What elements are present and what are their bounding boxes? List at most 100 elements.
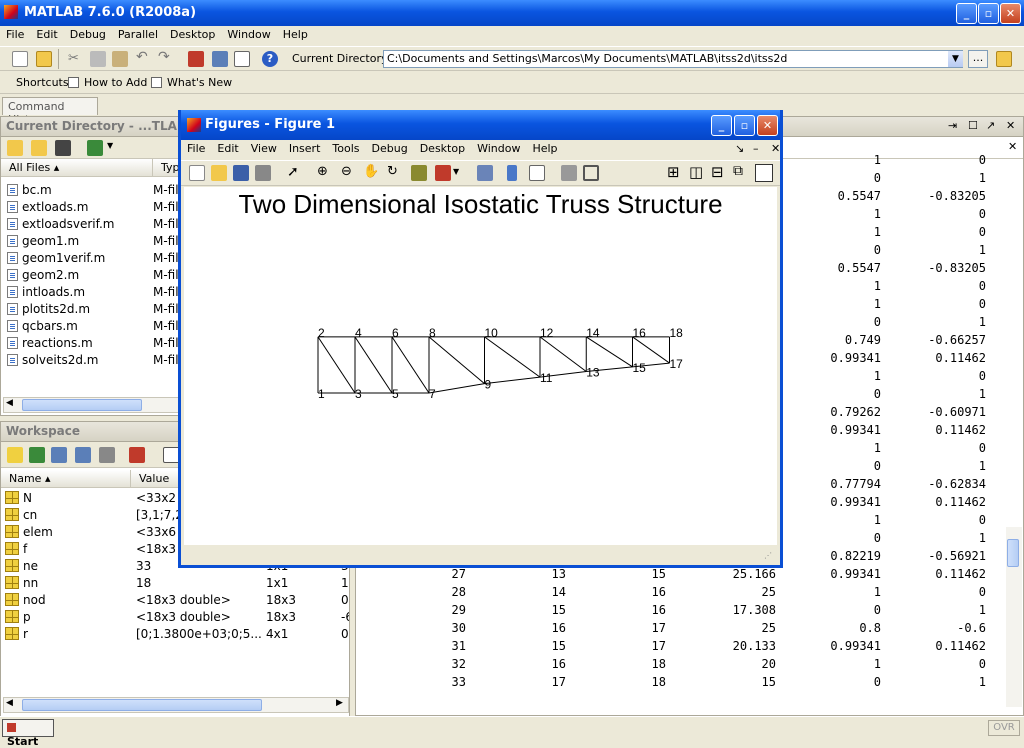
profiler-icon[interactable] [234,51,250,67]
delete-variable-icon[interactable] [129,447,145,463]
minimize-button[interactable]: _ [956,3,977,24]
undock-arrow-icon[interactable]: ↗ [986,119,995,132]
scroll-left-icon[interactable]: ◀ [6,698,13,708]
redo-icon[interactable]: ↷ [158,49,170,65]
open-file-icon[interactable] [36,51,52,67]
copy-icon[interactable] [90,51,106,67]
whats-new-link[interactable]: What's New [167,76,232,89]
scrollbar-thumb[interactable] [22,399,142,411]
menu-edit[interactable]: Edit [30,27,63,43]
show-plot-tools-icon[interactable] [583,165,599,181]
hide-plot-tools-icon[interactable] [561,165,577,181]
undo-icon[interactable]: ↶ [136,49,148,65]
main-title-bar[interactable]: MATLAB 7.6.0 (R2008a) [0,0,1024,26]
fig-menu-help[interactable]: Help [526,141,563,157]
figure-maximize-button[interactable]: ▫ [734,115,755,136]
new-figure-icon[interactable] [189,165,205,181]
maximize-tile-icon[interactable] [755,164,773,182]
close-pane-icon[interactable]: ✕ [1006,119,1015,132]
edit-plot-arrow-icon[interactable]: ➚ [287,164,299,180]
maximize-button[interactable]: ▫ [978,3,999,24]
new-file-icon[interactable] [12,51,28,67]
link-plot-icon[interactable] [477,165,493,181]
chevron-down-icon[interactable]: ▼ [107,141,113,150]
chevron-down-icon[interactable]: ▼ [453,167,459,176]
shortcuts-label[interactable]: Shortcuts [16,76,69,89]
close-button[interactable]: ✕ [1000,3,1021,24]
fig-menu-file[interactable]: File [181,141,211,157]
table-row[interactable]: nod <18x3 double> 18x3 0 [1,592,349,609]
scrollbar-thumb[interactable] [1007,539,1019,567]
save-workspace-icon[interactable] [75,447,91,463]
save-figure-icon[interactable] [233,165,249,181]
table-row[interactable]: r [0;1.3800e+03;0;5... 4x1 0 [1,626,349,643]
start-button[interactable]: Start [2,719,54,748]
how-to-add-link[interactable]: How to Add [84,76,147,89]
menu-window[interactable]: Window [221,27,276,43]
guide-icon[interactable] [212,51,228,67]
tile-rows-icon[interactable]: ⊟ [711,163,724,181]
simulink-icon[interactable] [188,51,204,67]
chevron-down-icon[interactable]: ▼ [948,51,963,67]
fig-menu-view[interactable]: View [245,141,283,157]
zoom-out-icon[interactable]: ⊖ [341,164,352,179]
import-data-icon[interactable] [51,447,67,463]
scrollbar-thumb[interactable] [22,699,262,711]
command-vscrollbar[interactable] [1006,527,1022,707]
tab-command-history[interactable]: Command History [2,97,98,126]
fig-menu-window[interactable]: Window [471,141,526,157]
figure-close-button[interactable]: ✕ [757,115,778,136]
cut-icon[interactable]: ✂ [68,51,84,67]
up-folder-icon[interactable] [7,140,23,156]
minimize-figure-icon[interactable]: – [747,141,765,157]
float-window-icon[interactable]: ⧉ [733,163,743,179]
fig-menu-insert[interactable]: Insert [283,141,327,157]
tile-columns-icon[interactable]: ◫ [689,163,703,181]
menu-help[interactable]: Help [277,27,314,43]
table-row[interactable]: nn 18 1x1 1 [1,575,349,592]
col-all-files[interactable]: All Files ▴ [1,159,153,177]
scroll-left-icon[interactable]: ◀ [6,398,13,408]
rotate-3d-icon[interactable]: ↻ [387,164,398,179]
tile-grid-icon[interactable]: ⊞ [667,163,680,181]
browse-button[interactable]: ... [968,50,988,68]
brush-icon[interactable] [435,165,451,181]
insert-colorbar-icon[interactable] [507,165,517,181]
close-info-icon[interactable]: ✕ [1008,140,1017,153]
maximize-pane-icon[interactable]: ☐ [968,119,978,132]
zoom-in-icon[interactable]: ⊕ [317,164,328,179]
insert-legend-icon[interactable] [529,165,545,181]
menu-file[interactable]: File [0,27,30,43]
fig-menu-tools[interactable]: Tools [326,141,365,157]
menu-debug[interactable]: Debug [64,27,112,43]
print-icon[interactable] [99,447,115,463]
current-directory-input[interactable]: C:\Documents and Settings\Marcos\My Docu… [383,50,963,68]
open-selection-icon[interactable] [29,447,45,463]
resize-grip-icon[interactable]: ⋰ [764,551,772,560]
paste-icon[interactable] [112,51,128,67]
fig-menu-debug[interactable]: Debug [366,141,414,157]
reports-icon[interactable] [87,140,103,156]
menu-desktop[interactable]: Desktop [164,27,221,43]
help-icon[interactable]: ? [262,51,278,67]
new-variable-icon[interactable] [7,447,23,463]
menu-parallel[interactable]: Parallel [112,27,164,43]
undock-icon[interactable]: ⇥ [948,119,957,132]
close-figure-icon[interactable]: ✕ [765,141,786,157]
fig-menu-edit[interactable]: Edit [211,141,244,157]
figure-title-bar[interactable]: Figures - Figure 1 [181,110,780,140]
figure-minimize-button[interactable]: _ [711,115,732,136]
new-folder-icon[interactable] [31,140,47,156]
fig-menu-desktop[interactable]: Desktop [414,141,471,157]
print-figure-icon[interactable] [255,165,271,181]
data-cursor-icon[interactable] [411,165,427,181]
figure-canvas[interactable]: Two Dimensional Isostatic Truss Structur… [184,187,777,545]
workspace-hscrollbar[interactable]: ◀ ▶ [3,697,349,713]
figure-window[interactable]: Figures - Figure 1 _ ▫ ✕ File Edit View Ins… [178,110,783,568]
open-file-icon[interactable] [211,165,227,181]
scroll-right-icon[interactable]: ▶ [336,698,343,708]
col-name[interactable]: Name ▴ [1,470,131,488]
pan-hand-icon[interactable]: ✋ [363,164,379,179]
table-row[interactable]: p <18x3 double> 18x3 -6 [1,609,349,626]
find-files-icon[interactable] [55,140,71,156]
